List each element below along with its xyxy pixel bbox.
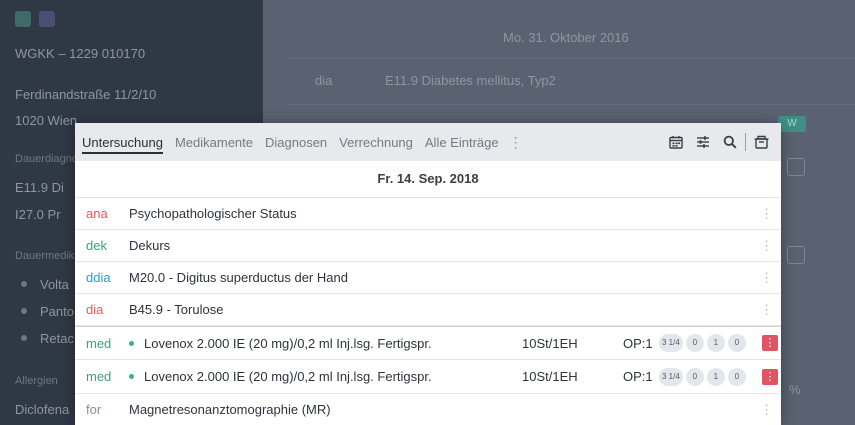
entry-code: ddia [86, 270, 111, 285]
dose-night[interactable]: 0 [727, 367, 746, 386]
background-entry-code: dia [315, 73, 333, 88]
search-icon [723, 135, 737, 149]
medication-menu-button[interactable]: ⋮ [762, 368, 778, 385]
dose-morning[interactable]: 3 1/4 [659, 334, 683, 352]
date-header: Fr. 14. Sep. 2018 [75, 161, 781, 198]
dosage-pills: 3 1/4 0 1 0 [659, 367, 746, 386]
tab-untersuchung[interactable]: Untersuchung [82, 131, 163, 154]
address-line-1: Ferdinandstraße 11/2/10 [15, 87, 157, 102]
medication-name: Lovenox 2.000 IE (20 mg)/0,2 ml Inj.lsg.… [144, 369, 432, 384]
entry-text: Dekurs [129, 238, 171, 253]
background-diagnosis-2: I27.0 Pr [15, 207, 61, 222]
window-controls [15, 11, 55, 27]
dose-morning[interactable]: 3 1/4 [659, 367, 683, 386]
entry-menu-icon[interactable]: ⋮ [760, 239, 773, 252]
medication-menu-button[interactable]: ⋮ [762, 335, 778, 351]
calendar-button[interactable] [662, 123, 689, 161]
background-med-1: Volta [40, 277, 69, 292]
entry-text: Psychopathologischer Status [129, 206, 297, 221]
medication-quantity: 10St/1EH [522, 335, 578, 351]
document-icon [787, 158, 805, 176]
entry-menu-icon[interactable]: ⋮ [760, 271, 773, 284]
filter-button[interactable] [689, 123, 716, 161]
background-allergy: Diclofena [15, 402, 70, 417]
entry-code: med [86, 335, 112, 351]
entry-code: ana [86, 206, 108, 221]
journal-entry-dia[interactable]: dia B45.9 - Torulose ⋮ [75, 294, 781, 326]
entry-menu-icon[interactable]: ⋮ [760, 303, 773, 316]
medication-name: Lovenox 2.000 IE (20 mg)/0,2 ml Inj.lsg.… [144, 335, 432, 351]
tab-diagnosen[interactable]: Diagnosen [265, 131, 327, 154]
window-control-green [15, 11, 31, 27]
medication-text: Lovenox 2.000 IE (20 mg)/0,2 ml Inj.lsg.… [129, 336, 432, 351]
medication-row[interactable]: med Lovenox 2.000 IE (20 mg)/0,2 ml Inj.… [75, 360, 781, 394]
toolbar-separator [745, 133, 746, 151]
archive-icon [754, 135, 769, 149]
journal-entry-ana[interactable]: ana Psychopathologischer Status ⋮ [75, 198, 781, 230]
dose-evening[interactable]: 1 [706, 367, 725, 386]
medication-op: OP:1 [623, 335, 653, 351]
dose-night[interactable]: 0 [727, 334, 746, 352]
dose-noon[interactable]: 0 [685, 334, 704, 352]
tab-verrechnung[interactable]: Verrechnung [339, 131, 413, 154]
background-med-2: Panto [40, 304, 74, 319]
medication-bullet [129, 340, 134, 346]
entry-menu-icon[interactable]: ⋮ [760, 207, 773, 220]
background-corner-text: % [789, 382, 801, 397]
tab-alle-eintraege[interactable]: Alle Einträge [425, 131, 499, 154]
dose-evening[interactable]: 1 [706, 334, 725, 352]
tab-medikamente[interactable]: Medikamente [175, 131, 253, 154]
search-button[interactable] [716, 123, 743, 161]
print-icon [787, 246, 805, 264]
medication-quantity: 10St/1EH [522, 369, 578, 384]
background-date: Mo. 31. Oktober 2016 [503, 30, 629, 45]
medication-text: Lovenox 2.000 IE (20 mg)/0,2 ml Inj.lsg.… [129, 369, 432, 384]
section-allergies: Allergien [15, 375, 58, 387]
background-entry-text: E11.9 Diabetes mellitus, Typ2 [385, 73, 556, 88]
medication-op: OP:1 [623, 369, 653, 384]
background-badge: W [778, 116, 806, 132]
calendar-icon [668, 136, 683, 149]
entry-code: dia [86, 302, 104, 317]
window-control-purple [39, 11, 55, 27]
entry-menu-icon[interactable]: ⋮ [760, 403, 773, 416]
entry-text: M20.0 - Digitus superductus der Hand [129, 270, 348, 285]
background-med-3: Retac [40, 331, 74, 346]
journal-entry-ddia[interactable]: ddia M20.0 - Digitus superductus der Han… [75, 262, 781, 294]
entry-code: med [86, 369, 112, 384]
journal-dialog: Untersuchung Medikamente Diagnosen Verre… [75, 123, 781, 425]
divider [288, 104, 855, 105]
more-tabs-icon[interactable]: ⋮ [509, 134, 523, 151]
entry-text: Magnetresonanztomographie (MR) [129, 402, 331, 417]
tab-bar: Untersuchung Medikamente Diagnosen Verre… [75, 123, 781, 161]
entry-code: for [86, 402, 102, 417]
journal-entry-for[interactable]: for Magnetresonanztomographie (MR) ⋮ [75, 394, 781, 425]
journal-entry-dek[interactable]: dek Dekurs ⋮ [75, 230, 781, 262]
toolbar [662, 123, 775, 161]
medication-row[interactable]: med Lovenox 2.000 IE (20 mg)/0,2 ml Inj.… [75, 326, 781, 360]
medication-bullet [129, 374, 134, 380]
archive-button[interactable] [748, 123, 775, 161]
filter-sliders-icon [696, 136, 709, 148]
dosage-pills: 3 1/4 0 1 0 [659, 334, 746, 352]
dose-noon[interactable]: 0 [685, 367, 704, 386]
entry-text: B45.9 - Torulose [129, 302, 224, 317]
entry-code: dek [86, 238, 107, 253]
address-line-2: 1020 Wien [15, 113, 78, 128]
med-bullet [21, 308, 27, 314]
divider [288, 58, 855, 59]
insurer-text: WGKK – 1229 010170 [15, 46, 146, 61]
med-bullet [21, 281, 27, 287]
med-bullet [21, 335, 27, 341]
background-diagnosis-1: E11.9 Di [15, 180, 64, 195]
